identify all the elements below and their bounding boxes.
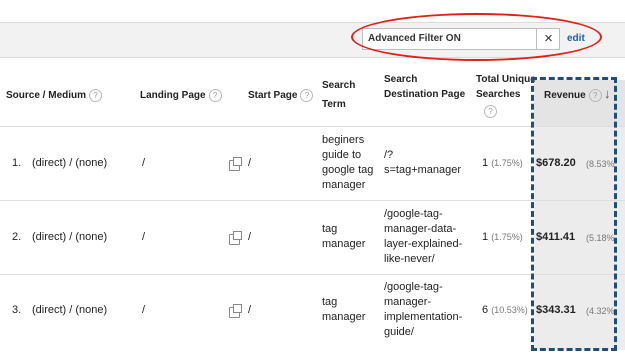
col-header-total-unique-searches[interactable]: Total Unique Searches ? <box>476 72 536 119</box>
external-link-icon[interactable] <box>229 231 242 245</box>
highlight-oval <box>351 13 602 61</box>
col-header-start-page[interactable]: Start Page? <box>248 88 314 103</box>
search-destination-cell[interactable]: /google-tag- manager-data- layer-explain… <box>384 207 462 267</box>
search-destination-cell[interactable]: /google-tag- manager- implementation- gu… <box>384 280 462 340</box>
searches-percent: (1.75%) <box>491 232 523 242</box>
landing-page-link[interactable]: / <box>142 156 145 171</box>
source-medium-link[interactable]: (direct) / (none) <box>32 303 107 318</box>
revenue-highlight-box <box>531 77 617 351</box>
search-term-cell[interactable]: tag manager <box>322 295 365 325</box>
col-header-search-term[interactable]: Search Term <box>322 78 355 112</box>
search-term-cell[interactable]: beginers guide to google tag manager <box>322 133 373 193</box>
help-icon[interactable]: ? <box>484 104 497 118</box>
source-medium-link[interactable]: (direct) / (none) <box>32 156 107 171</box>
help-icon[interactable]: ? <box>208 88 222 102</box>
row-index: 1. <box>12 157 22 169</box>
col-header-search-destination[interactable]: Search Destination Page <box>384 72 465 102</box>
row-index: 3. <box>12 304 22 316</box>
row-index: 2. <box>12 231 22 243</box>
start-page-link[interactable]: / <box>248 303 251 318</box>
searches-percent: (10.53%) <box>491 305 528 315</box>
start-page-link[interactable]: / <box>248 230 251 245</box>
searches-value: 1 (1.75%) <box>482 231 523 243</box>
help-icon[interactable]: ? <box>300 88 314 102</box>
searches-value: 6 (10.53%) <box>482 304 528 316</box>
search-destination-cell[interactable]: /? s=tag+manager <box>384 148 461 178</box>
landing-page-link[interactable]: / <box>142 230 145 245</box>
col-header-landing-page[interactable]: Landing Page? <box>140 88 222 103</box>
external-link-icon[interactable] <box>229 157 242 171</box>
col-header-source-medium[interactable]: Source / Medium? <box>6 88 103 103</box>
start-page-link[interactable]: / <box>248 156 251 171</box>
help-icon[interactable]: ? <box>89 88 103 102</box>
external-link-icon[interactable] <box>229 304 242 318</box>
search-term-cell[interactable]: tag manager <box>322 222 365 252</box>
landing-page-link[interactable]: / <box>142 303 145 318</box>
searches-value: 1 (1.75%) <box>482 157 523 169</box>
searches-percent: (1.75%) <box>491 158 523 168</box>
source-medium-link[interactable]: (direct) / (none) <box>32 230 107 245</box>
